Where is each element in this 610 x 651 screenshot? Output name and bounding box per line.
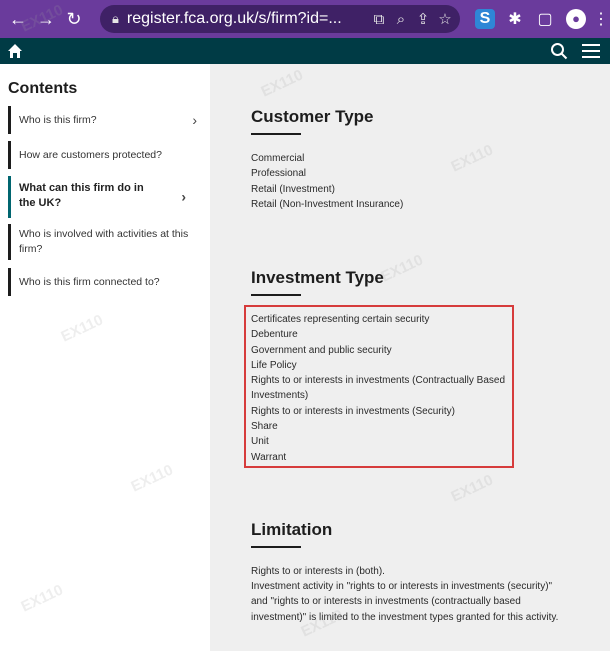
share-icon[interactable]: ⇪ xyxy=(412,10,434,28)
menu-icon[interactable] xyxy=(582,44,600,58)
sidebar-icon[interactable]: ▢ xyxy=(530,9,560,29)
reload-icon[interactable]: ↻ xyxy=(60,9,88,30)
sidebar-item-label: Who is involved with activities at this … xyxy=(19,228,189,255)
investment-type-title: Investment Type xyxy=(251,268,384,287)
extensions-area: S ✱ ▢ ● ⋮ xyxy=(470,0,610,38)
sidebar-item-label: How are customers protected? xyxy=(19,149,162,161)
sidebar-item-what-can-firm-do[interactable]: What can this firm do in the UK? › xyxy=(8,176,194,218)
chevron-right-icon: › xyxy=(181,188,186,205)
section-underline xyxy=(251,294,301,296)
forward-icon[interactable]: → xyxy=(32,9,60,30)
sidebar-item-customers-protected[interactable]: How are customers protected? xyxy=(8,141,205,169)
customer-type-list: Commercial Professional Retail (Investme… xyxy=(251,151,403,212)
star-icon[interactable]: ☆ xyxy=(434,10,456,28)
limitation-title: Limitation xyxy=(251,520,333,539)
extension-s-icon[interactable]: S xyxy=(475,9,495,29)
customer-type-title: Customer Type xyxy=(251,107,374,126)
list-item: Commercial xyxy=(251,153,305,164)
sidebar-item-who-is-this-firm[interactable]: Who is this firm? › xyxy=(8,106,205,134)
limitation-line-1: Rights to or interests in (both). xyxy=(251,566,385,577)
list-item: Retail (Investment) xyxy=(251,183,335,195)
profile-icon[interactable]: ● xyxy=(566,9,586,29)
site-header xyxy=(0,38,610,64)
sidebar-item-label: What can this firm do in the UK? xyxy=(19,182,144,209)
section-underline xyxy=(251,133,301,135)
sidebar-item-connected-to[interactable]: Who is this firm connected to? xyxy=(8,268,205,296)
lock-icon[interactable]: 🔒︎ xyxy=(112,11,119,27)
zoom-icon[interactable]: ⌕ xyxy=(390,11,412,28)
address-bar[interactable]: 🔒︎ register.fca.org.uk/s/firm?id=... ⧉ ⌕… xyxy=(100,5,460,33)
list-item: Professional xyxy=(251,168,307,180)
list-item: Retail (Non-Investment Insurance) xyxy=(251,198,404,210)
sidebar-item-who-is-involved[interactable]: Who is involved with activities at this … xyxy=(8,224,194,260)
limitation-text: Investment activity in "rights to or int… xyxy=(251,581,559,623)
sidebar-item-label: Who is this firm connected to? xyxy=(19,276,160,288)
back-icon[interactable]: ← xyxy=(4,9,32,30)
search-icon[interactable] xyxy=(550,42,568,60)
puzzle-icon[interactable]: ✱ xyxy=(500,9,530,29)
highlight-box xyxy=(244,305,514,468)
chevron-right-icon: › xyxy=(192,112,197,128)
translate-icon[interactable]: ⧉ xyxy=(368,11,390,28)
url-text[interactable]: register.fca.org.uk/s/firm?id=... xyxy=(127,10,342,28)
section-underline xyxy=(251,546,301,548)
home-icon[interactable] xyxy=(6,42,24,60)
sidebar-item-label: Who is this firm? xyxy=(19,114,97,126)
contents-title: Contents xyxy=(8,80,78,97)
more-icon[interactable]: ⋮ xyxy=(592,9,610,29)
